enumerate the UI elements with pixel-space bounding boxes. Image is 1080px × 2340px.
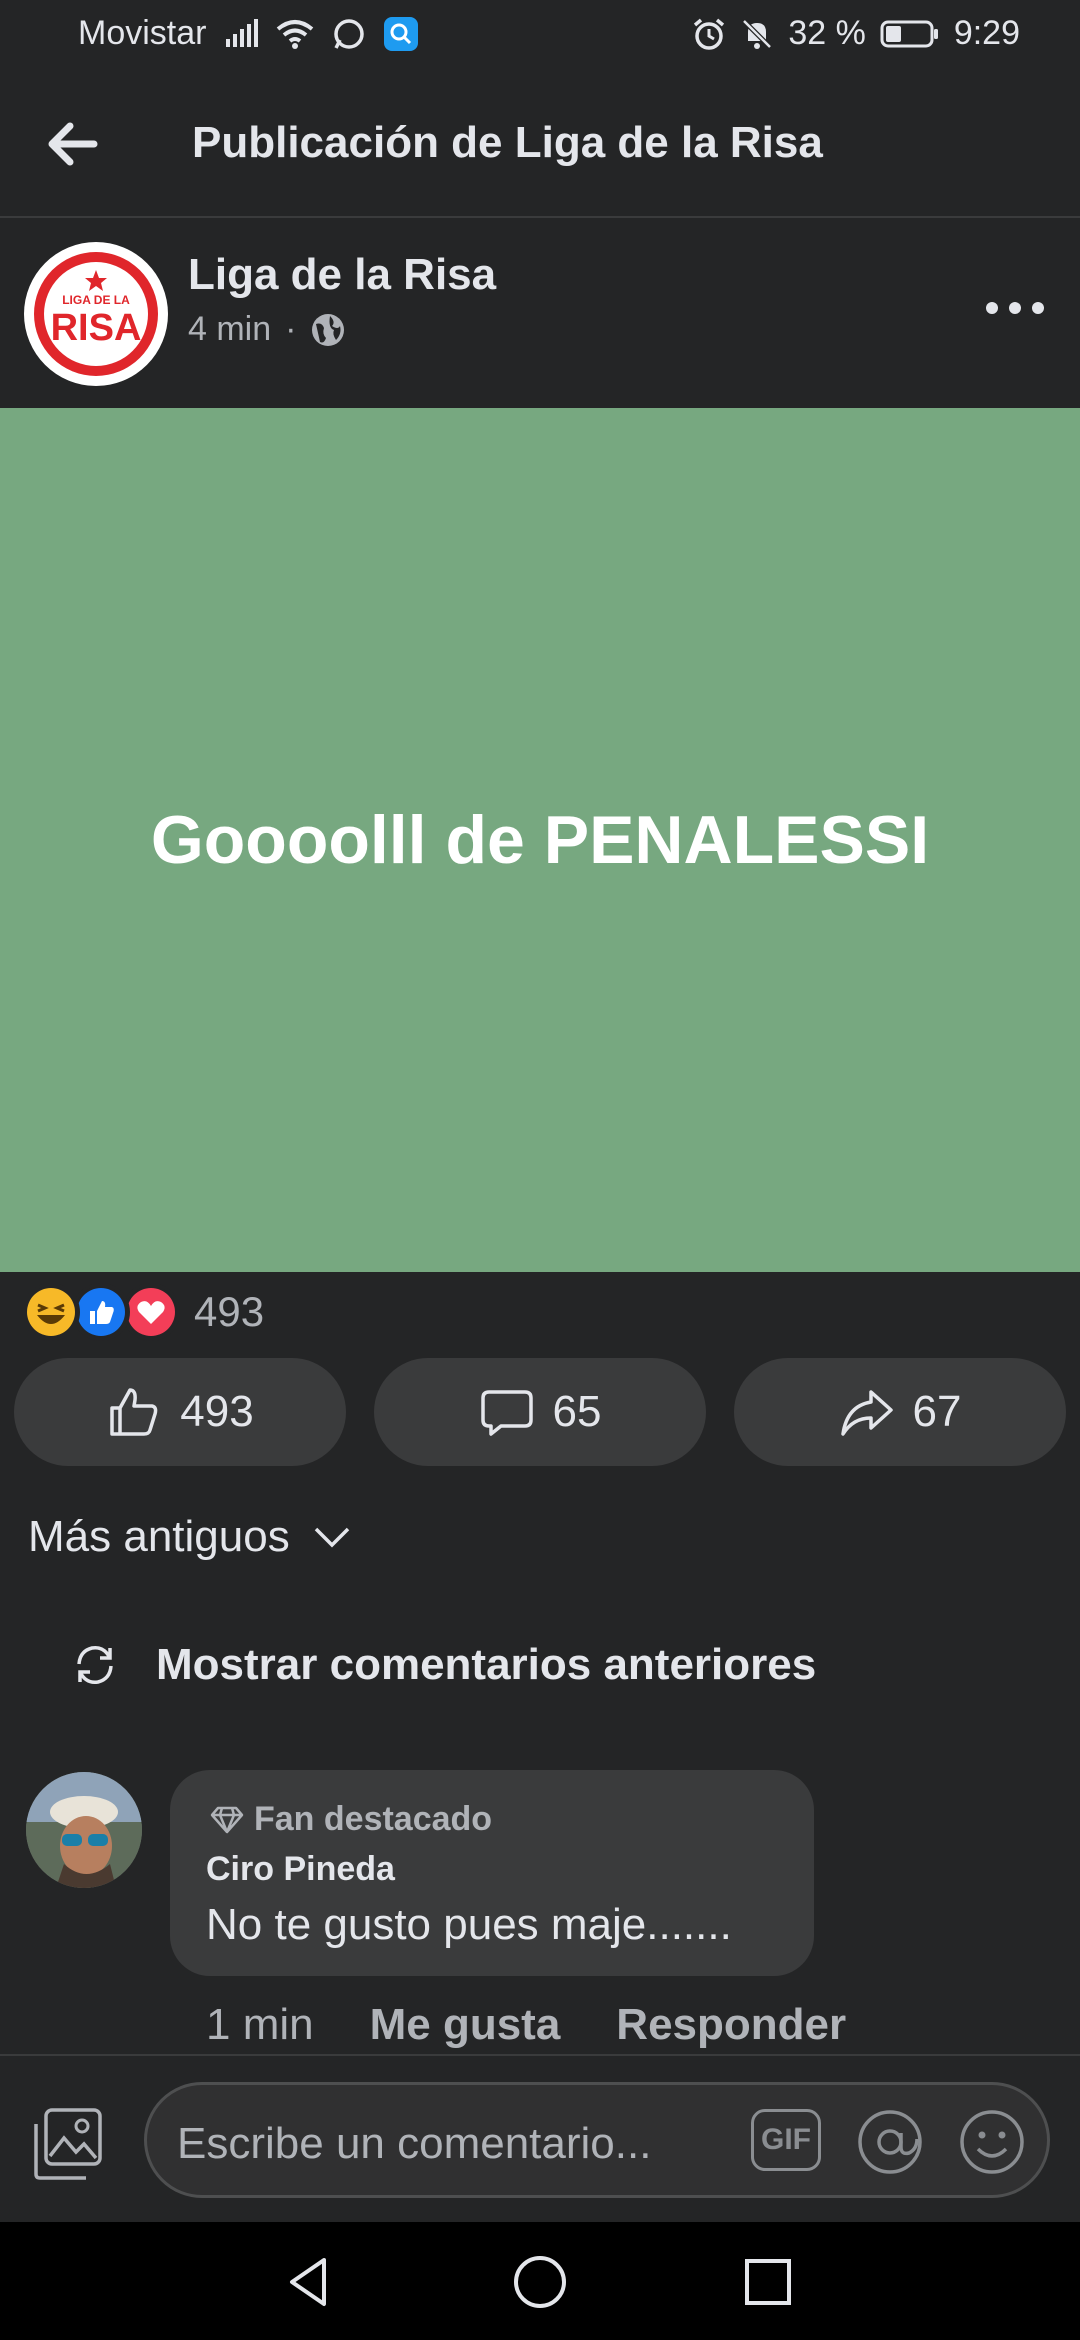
chevron-down-icon bbox=[314, 1527, 349, 1548]
love-reaction-icon bbox=[122, 1283, 180, 1341]
battery-icon bbox=[880, 20, 938, 47]
sort-label: Más antiguos bbox=[28, 1512, 290, 1561]
thumbs-up-icon bbox=[110, 1388, 158, 1436]
reaction-count: 493 bbox=[194, 1288, 265, 1335]
reactions-summary[interactable]: 493 bbox=[22, 1283, 265, 1341]
emoji-icon[interactable] bbox=[957, 2107, 1027, 2177]
post-image[interactable]: Goooolll de PENALESSI bbox=[0, 408, 1080, 1272]
haha-reaction-icon bbox=[22, 1283, 80, 1341]
like-count: 493 bbox=[180, 1387, 254, 1436]
comment-text: No te gusto pues maje....... bbox=[206, 1900, 732, 1949]
comment-like-button[interactable]: Me gusta bbox=[370, 2000, 561, 2050]
meta-separator: · bbox=[285, 310, 297, 348]
page-avatar[interactable]: LIGA DE LA RISA bbox=[24, 242, 168, 386]
like-reaction-icon bbox=[72, 1283, 130, 1341]
comment-count: 65 bbox=[552, 1387, 602, 1436]
post-actions: 493 65 67 bbox=[14, 1358, 1066, 1468]
system-nav-bar bbox=[0, 2222, 1080, 2340]
nav-home-icon[interactable] bbox=[510, 2252, 570, 2312]
alarm-icon bbox=[694, 18, 725, 50]
like-button[interactable]: 493 bbox=[14, 1358, 346, 1466]
comment-composer: Escribe un comentario... GIF bbox=[0, 2054, 1080, 2224]
share-button[interactable]: 67 bbox=[734, 1358, 1066, 1466]
comment-bubble-icon bbox=[480, 1390, 533, 1436]
search-app-icon bbox=[384, 16, 419, 51]
whatsapp-icon bbox=[334, 18, 365, 49]
comment-sort-dropdown[interactable]: Más antiguos bbox=[28, 1512, 352, 1562]
comment-actions: 1 min Me gusta Responder bbox=[206, 2000, 846, 2050]
gif-button[interactable]: GIF bbox=[751, 2109, 821, 2171]
nav-recents-icon[interactable] bbox=[738, 2252, 798, 2312]
post-header: LIGA DE LA RISA Liga de la Risa 4 min · bbox=[0, 218, 1080, 408]
bell-muted-icon bbox=[742, 18, 773, 49]
clock: 9:29 bbox=[953, 14, 1020, 52]
more-options-icon[interactable] bbox=[980, 288, 1050, 328]
avatar-text-top: LIGA DE LA bbox=[62, 293, 130, 307]
page-title: Publicación de Liga de la Risa bbox=[192, 118, 823, 167]
status-bar: Movistar 32 % 9:29 bbox=[0, 0, 1080, 72]
comment-reply-button[interactable]: Responder bbox=[616, 2000, 846, 2050]
share-count: 67 bbox=[912, 1387, 962, 1436]
back-arrow-icon[interactable] bbox=[40, 112, 104, 176]
mention-icon[interactable] bbox=[855, 2107, 925, 2177]
comment-input[interactable]: Escribe un comentario... GIF bbox=[144, 2082, 1050, 2198]
share-arrow-icon bbox=[840, 1390, 893, 1436]
post-meta: 4 min · bbox=[188, 310, 346, 349]
photo-icon[interactable] bbox=[30, 2106, 106, 2182]
post-image-text: Goooolll de PENALESSI bbox=[150, 802, 930, 878]
comment-button[interactable]: 65 bbox=[374, 1358, 706, 1466]
globe-icon bbox=[312, 313, 345, 346]
comment-author[interactable]: Ciro Pineda bbox=[206, 1850, 395, 1889]
commenter-avatar[interactable] bbox=[26, 1772, 142, 1888]
avatar-text-main: RISA bbox=[51, 307, 142, 349]
signal-icon bbox=[226, 18, 259, 47]
page-name[interactable]: Liga de la Risa bbox=[188, 250, 496, 300]
battery-percent: 32 % bbox=[788, 14, 866, 52]
comment-bubble[interactable]: Fan destacado Ciro Pineda No te gusto pu… bbox=[170, 1770, 814, 1976]
load-previous-comments[interactable]: Mostrar comentarios anteriores bbox=[70, 1640, 816, 1690]
post-time[interactable]: 4 min bbox=[188, 310, 271, 349]
carrier-name: Movistar bbox=[78, 14, 207, 52]
refresh-icon bbox=[77, 1645, 113, 1685]
wifi-icon bbox=[277, 19, 314, 49]
comment-time: 1 min bbox=[206, 2000, 314, 2049]
fan-badge: Fan destacado bbox=[210, 1800, 492, 1839]
app-bar: Publicación de Liga de la Risa bbox=[0, 72, 1080, 218]
diamond-icon bbox=[210, 1806, 244, 1833]
nav-back-icon[interactable] bbox=[280, 2252, 340, 2312]
comment-input-placeholder: Escribe un comentario... bbox=[177, 2119, 652, 2168]
fan-badge-label: Fan destacado bbox=[254, 1800, 493, 1838]
load-previous-label: Mostrar comentarios anteriores bbox=[156, 1640, 817, 1689]
